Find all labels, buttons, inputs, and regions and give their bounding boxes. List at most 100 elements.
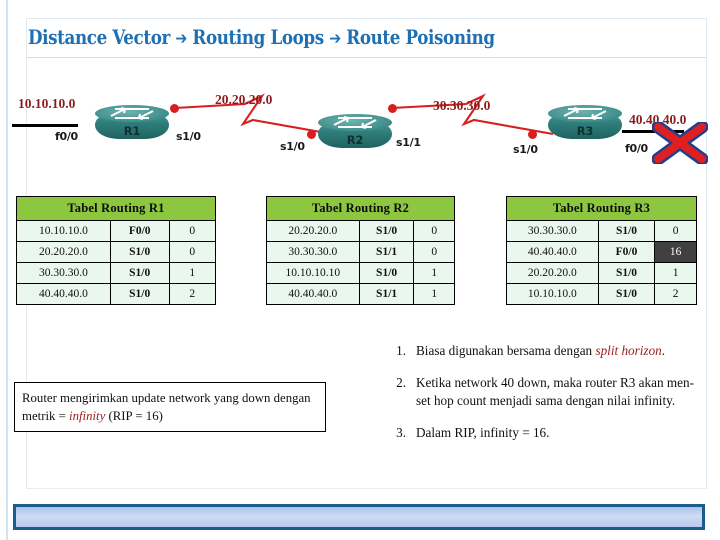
cell-network: 10.10.10.0 bbox=[506, 283, 599, 305]
table-title: Tabel Routing R3 bbox=[506, 196, 697, 221]
cell-network: 20.20.20.0 bbox=[16, 241, 111, 263]
callout-text-before: Router mengirimkan update network yang d… bbox=[22, 391, 311, 424]
router-arrows-icon bbox=[563, 107, 607, 120]
table-title: Tabel Routing R1 bbox=[16, 196, 216, 221]
note-text-after: . bbox=[661, 343, 666, 358]
table-row: 10.10.10.0 F0/0 0 bbox=[16, 220, 217, 242]
table-row: 10.10.10.10 S1/0 1 bbox=[266, 262, 455, 284]
table-row: 30.30.30.0 S1/1 0 bbox=[266, 241, 455, 263]
content-frame-top bbox=[26, 18, 707, 19]
title-part-1: Distance Vector bbox=[28, 25, 170, 49]
link-endpoint-dot bbox=[170, 104, 179, 113]
cell-network: 40.40.40.0 bbox=[506, 241, 599, 263]
link-endpoint-dot bbox=[528, 130, 537, 139]
cell-network: 30.30.30.0 bbox=[16, 262, 111, 284]
cell-interface: S1/1 bbox=[358, 241, 415, 263]
interface-label-f0-0-r3: f0/0 bbox=[625, 142, 648, 155]
list-item: 1. Biasa digunakan bersama dengan split h… bbox=[378, 342, 700, 360]
cell-metric: 1 bbox=[654, 262, 697, 284]
router-label: R1 bbox=[123, 124, 141, 138]
cell-metric: 1 bbox=[413, 283, 455, 305]
cell-metric: 1 bbox=[168, 262, 217, 284]
router-label: R3 bbox=[576, 124, 594, 138]
cell-interface: S1/0 bbox=[109, 283, 170, 305]
table-row: 20.20.20.0 S1/0 0 bbox=[16, 241, 217, 263]
router-arrows-icon bbox=[110, 107, 154, 120]
note-text-before: Biasa digunakan bersama dengan bbox=[416, 343, 596, 358]
cell-interface: S1/0 bbox=[358, 220, 415, 242]
cell-metric: 0 bbox=[168, 241, 217, 263]
title-divider bbox=[27, 57, 706, 58]
table-row: 30.30.30.0 S1/0 1 bbox=[16, 262, 217, 284]
routing-table-r3: Tabel Routing R3 30.30.30.0 S1/0 0 40.40… bbox=[506, 196, 697, 305]
cell-metric-infinity: 16 bbox=[654, 241, 697, 263]
list-item: 3. Dalam RIP, infinity = 16. bbox=[378, 424, 700, 442]
list-item: 2. Ketika network 40 down, maka router R3… bbox=[378, 374, 700, 410]
cell-interface: S1/0 bbox=[597, 283, 656, 305]
cell-network: 20.20.20.0 bbox=[266, 220, 360, 242]
interface-label-s1-0-r1: s1/0 bbox=[176, 130, 201, 143]
title-part-3: Route Poisoning bbox=[346, 25, 495, 49]
callout-box: Router mengirimkan update network yang d… bbox=[14, 382, 326, 433]
cell-interface: S1/1 bbox=[358, 283, 415, 305]
cell-network: 40.40.40.0 bbox=[16, 283, 111, 305]
cell-interface: F0/0 bbox=[597, 241, 656, 263]
cell-interface: S1/0 bbox=[358, 262, 415, 284]
cell-metric: 0 bbox=[413, 241, 455, 263]
cell-metric: 2 bbox=[168, 283, 217, 305]
arrow-right-icon: ➔ bbox=[175, 29, 187, 49]
table-row: 20.20.20.0 S1/0 1 bbox=[506, 262, 697, 284]
title-part-2: Routing Loops bbox=[192, 25, 324, 49]
interface-label-f0-0-r1: f0/0 bbox=[55, 130, 78, 143]
link-endpoint-dot bbox=[388, 104, 397, 113]
table-row: 40.40.40.0 S1/1 1 bbox=[266, 283, 455, 305]
cell-network: 10.10.10.10 bbox=[266, 262, 360, 284]
table-title: Tabel Routing R2 bbox=[266, 196, 455, 221]
cell-metric: 0 bbox=[168, 220, 217, 242]
network-label-10: 10.10.10.0 bbox=[18, 96, 76, 111]
link-down-x-icon bbox=[652, 122, 708, 164]
notes-list: 1. Biasa digunakan bersama dengan split h… bbox=[378, 342, 700, 456]
list-marker: 3. bbox=[396, 424, 406, 440]
routing-table-r2: Tabel Routing R2 20.20.20.0 S1/0 0 30.30… bbox=[266, 196, 455, 305]
router-r3: R3 bbox=[548, 105, 622, 145]
cell-network: 30.30.30.0 bbox=[506, 220, 599, 242]
note-emphasis: split horizon bbox=[595, 343, 662, 358]
callout-emphasis: infinity bbox=[69, 409, 106, 424]
table-header-row: Tabel Routing R1 bbox=[16, 196, 216, 221]
cell-network: 30.30.30.0 bbox=[266, 241, 360, 263]
cell-network: 40.40.40.0 bbox=[266, 283, 360, 305]
cell-metric: 0 bbox=[413, 220, 455, 242]
table-header-row: Tabel Routing R3 bbox=[506, 196, 697, 221]
cell-interface: S1/0 bbox=[109, 262, 170, 284]
table-row: 10.10.10.0 S1/0 2 bbox=[506, 283, 697, 305]
list-marker: 2. bbox=[396, 374, 406, 390]
slide-canvas: Distance Vector ➔ Routing Loops ➔ Route … bbox=[0, 0, 720, 540]
network-label-20: 20.20.20.0 bbox=[215, 92, 273, 107]
interface-label-s1-1-r2: s1/1 bbox=[396, 136, 421, 149]
cell-interface: S1/0 bbox=[109, 241, 170, 263]
table-row: 20.20.20.0 S1/0 0 bbox=[266, 220, 455, 242]
router-label: R2 bbox=[346, 133, 364, 147]
cell-metric: 0 bbox=[654, 220, 697, 242]
note-text-before: Ketika network 40 down, maka router R3 a… bbox=[416, 374, 694, 408]
note-text-before: Dalam RIP, infinity = 16. bbox=[416, 424, 550, 440]
cell-network: 10.10.10.0 bbox=[16, 220, 111, 242]
callout-text-after: (RIP = 16) bbox=[105, 409, 163, 424]
routing-table-r1: Tabel Routing R1 10.10.10.0 F0/0 0 20.20… bbox=[16, 196, 217, 305]
cell-interface: S1/0 bbox=[597, 262, 656, 284]
network-label-30: 30.30.30.0 bbox=[433, 98, 491, 113]
table-row: 40.40.40.0 F0/0 16 bbox=[506, 241, 697, 263]
link-endpoint-dot bbox=[307, 130, 316, 139]
ethernet-segment-left bbox=[12, 124, 78, 127]
router-r2: R2 bbox=[318, 114, 392, 154]
content-frame-bottom bbox=[26, 488, 707, 489]
interface-label-s1-0-r2: s1/0 bbox=[280, 140, 305, 153]
cell-metric: 1 bbox=[413, 262, 455, 284]
arrow-right-icon-2: ➔ bbox=[329, 29, 341, 49]
table-row: 30.30.30.0 S1/0 0 bbox=[506, 220, 697, 242]
cell-interface: F0/0 bbox=[109, 220, 170, 242]
table-header-row: Tabel Routing R2 bbox=[266, 196, 455, 221]
router-r1: R1 bbox=[95, 105, 169, 145]
cell-network: 20.20.20.0 bbox=[506, 262, 599, 284]
